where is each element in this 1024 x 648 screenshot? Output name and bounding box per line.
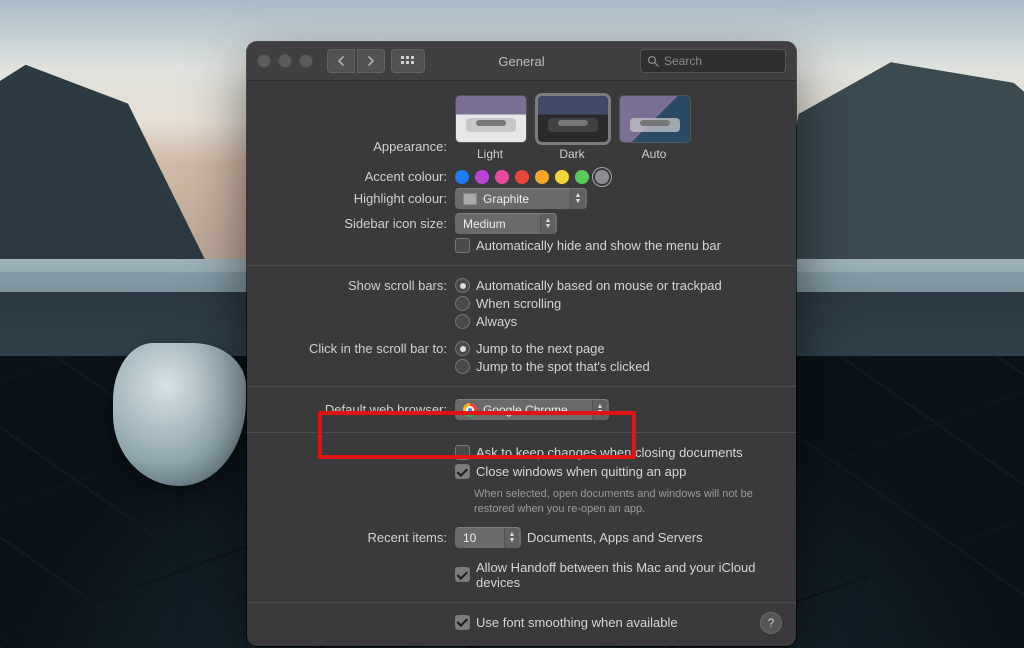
chevron-left-icon xyxy=(337,56,345,66)
ask-changes-label: Ask to keep changes when closing documen… xyxy=(476,445,743,460)
handoff-label: Allow Handoff between this Mac and your … xyxy=(476,560,796,590)
recent-items-label: Recent items: xyxy=(247,530,455,545)
scrollbars-radio-scrolling[interactable] xyxy=(455,296,470,311)
titlebar: General Search xyxy=(247,42,796,81)
accent-label: Accent colour: xyxy=(247,169,455,184)
scrollbars-radio-always[interactable] xyxy=(455,314,470,329)
stepper-icon: ▲▼ xyxy=(592,400,607,420)
chrome-icon xyxy=(463,403,477,417)
stepper-icon: ▲▼ xyxy=(504,528,519,548)
accent-dot-yellow[interactable] xyxy=(555,170,569,184)
prefpane-content: Appearance: Light Dark Auto Accent colou… xyxy=(247,81,796,646)
appearance-option-light[interactable]: Light xyxy=(455,95,525,161)
appearance-option-auto[interactable]: Auto xyxy=(619,95,689,161)
minimize-icon[interactable] xyxy=(278,54,292,68)
sidebar-size-label: Sidebar icon size: xyxy=(247,216,455,231)
accent-dot-purple[interactable] xyxy=(475,170,489,184)
accent-dot-pink[interactable] xyxy=(495,170,509,184)
scrollbars-radio-auto[interactable] xyxy=(455,278,470,293)
font-smoothing-label: Use font smoothing when available xyxy=(476,615,678,630)
accent-dot-orange[interactable] xyxy=(535,170,549,184)
close-windows-help: When selected, open documents and window… xyxy=(455,485,784,517)
menubar-autohide-checkbox[interactable] xyxy=(455,238,470,253)
click-scroll-label: Click in the scroll bar to: xyxy=(247,341,455,356)
default-browser-label: Default web browser: xyxy=(247,402,455,417)
click-scroll-radio-spot[interactable] xyxy=(455,359,470,374)
forward-button[interactable] xyxy=(357,49,385,73)
font-smoothing-checkbox[interactable] xyxy=(455,615,470,630)
close-windows-checkbox[interactable] xyxy=(455,464,470,479)
search-input[interactable]: Search xyxy=(640,49,786,73)
close-windows-label: Close windows when quitting an app xyxy=(476,464,686,479)
traffic-lights xyxy=(257,54,313,68)
ask-changes-checkbox[interactable] xyxy=(455,445,470,460)
system-preferences-window: General Search Appearance: Light Dark Au… xyxy=(247,42,796,646)
default-browser-select[interactable]: Google Chrome ▲▼ xyxy=(455,399,609,420)
show-all-button[interactable] xyxy=(391,49,425,73)
grid-icon xyxy=(401,56,415,66)
accent-dot-green[interactable] xyxy=(575,170,589,184)
appearance-option-dark[interactable]: Dark xyxy=(537,95,607,161)
menubar-autohide-label: Automatically hide and show the menu bar xyxy=(476,238,721,253)
highlight-colour-select[interactable]: Graphite ▲▼ xyxy=(455,188,587,209)
highlight-label: Highlight colour: xyxy=(247,191,455,206)
sidebar-size-select[interactable]: Medium ▲▼ xyxy=(455,213,557,234)
stepper-icon: ▲▼ xyxy=(570,189,585,209)
help-button[interactable]: ? xyxy=(760,612,782,634)
close-icon[interactable] xyxy=(257,54,271,68)
click-scroll-radio-page[interactable] xyxy=(455,341,470,356)
recent-items-suffix: Documents, Apps and Servers xyxy=(527,530,703,545)
appearance-label: Appearance: xyxy=(247,95,455,154)
search-placeholder: Search xyxy=(664,54,702,68)
handoff-checkbox[interactable] xyxy=(455,567,470,582)
chevron-right-icon xyxy=(367,56,375,66)
accent-dot-graphite[interactable] xyxy=(595,170,609,184)
stepper-icon: ▲▼ xyxy=(540,214,555,234)
swatch-icon xyxy=(463,193,477,205)
recent-items-select[interactable]: 10 ▲▼ xyxy=(455,527,521,548)
accent-dot-red[interactable] xyxy=(515,170,529,184)
accent-dot-blue[interactable] xyxy=(455,170,469,184)
nav-buttons xyxy=(327,49,385,73)
zoom-icon[interactable] xyxy=(299,54,313,68)
search-icon xyxy=(647,55,659,67)
scrollbars-label: Show scroll bars: xyxy=(247,278,455,293)
accent-colour-picker xyxy=(455,170,609,184)
back-button[interactable] xyxy=(327,49,355,73)
